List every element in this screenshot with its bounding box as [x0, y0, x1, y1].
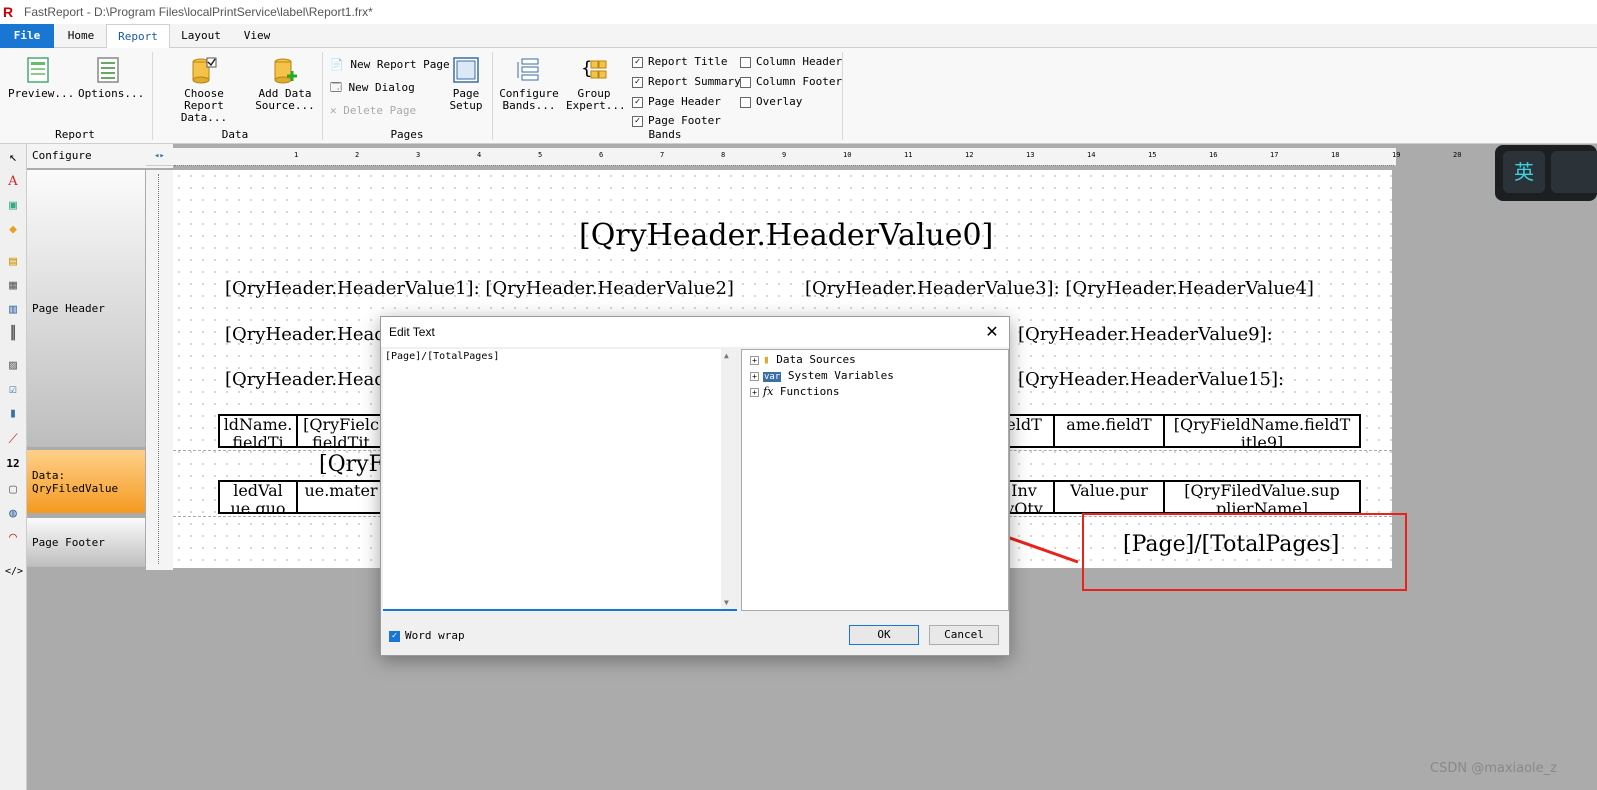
- editor-scrollbar[interactable]: ▲ ▼: [721, 349, 737, 609]
- dialog-title: Edit Text: [389, 325, 435, 339]
- close-icon[interactable]: ✕: [981, 321, 1003, 343]
- watermark: CSDN @maxiaole_z: [1430, 761, 1557, 776]
- data-tree: + ▮ Data Sources + var System Variables + f…: [741, 349, 1009, 611]
- var-icon: var: [763, 372, 782, 382]
- tree-item-label: Functions: [779, 385, 840, 398]
- ime-toolbar: 英: [1495, 145, 1597, 201]
- word-wrap-checkbox[interactable]: ✓ Word wrap: [389, 629, 465, 642]
- expand-icon[interactable]: +: [750, 371, 759, 381]
- expression-editor[interactable]: [Page]/[TotalPages] ▲ ▼: [383, 349, 737, 611]
- editor-text[interactable]: [Page]/[TotalPages]: [385, 351, 499, 362]
- scroll-down-icon[interactable]: ▼: [724, 598, 729, 607]
- tree-item-label: Data Sources: [776, 353, 856, 366]
- word-wrap-check-icon: ✓: [389, 630, 400, 642]
- expand-icon[interactable]: +: [750, 355, 759, 365]
- cancel-button[interactable]: Cancel: [929, 625, 999, 645]
- expand-icon[interactable]: +: [750, 387, 759, 397]
- ime-extra-button[interactable]: [1551, 151, 1597, 193]
- ime-language-button[interactable]: 英: [1503, 151, 1545, 193]
- fx-icon: fx: [763, 385, 774, 398]
- scroll-up-icon[interactable]: ▲: [724, 351, 729, 360]
- word-wrap-label: Word wrap: [405, 629, 465, 642]
- tree-item-functions[interactable]: + fx Functions: [750, 384, 840, 400]
- database-icon: ▮: [763, 353, 770, 366]
- ok-button[interactable]: OK: [849, 625, 919, 645]
- dialog-title-bar: Edit Text ✕: [381, 317, 1009, 347]
- tree-item-system-variables[interactable]: + var System Variables: [750, 368, 894, 384]
- tree-item-data-sources[interactable]: + ▮ Data Sources: [750, 352, 856, 368]
- edit-text-dialog: Edit Text ✕ [Page]/[TotalPages] ▲ ▼ + ▮ D…: [380, 316, 1010, 656]
- tree-item-label: System Variables: [787, 369, 894, 382]
